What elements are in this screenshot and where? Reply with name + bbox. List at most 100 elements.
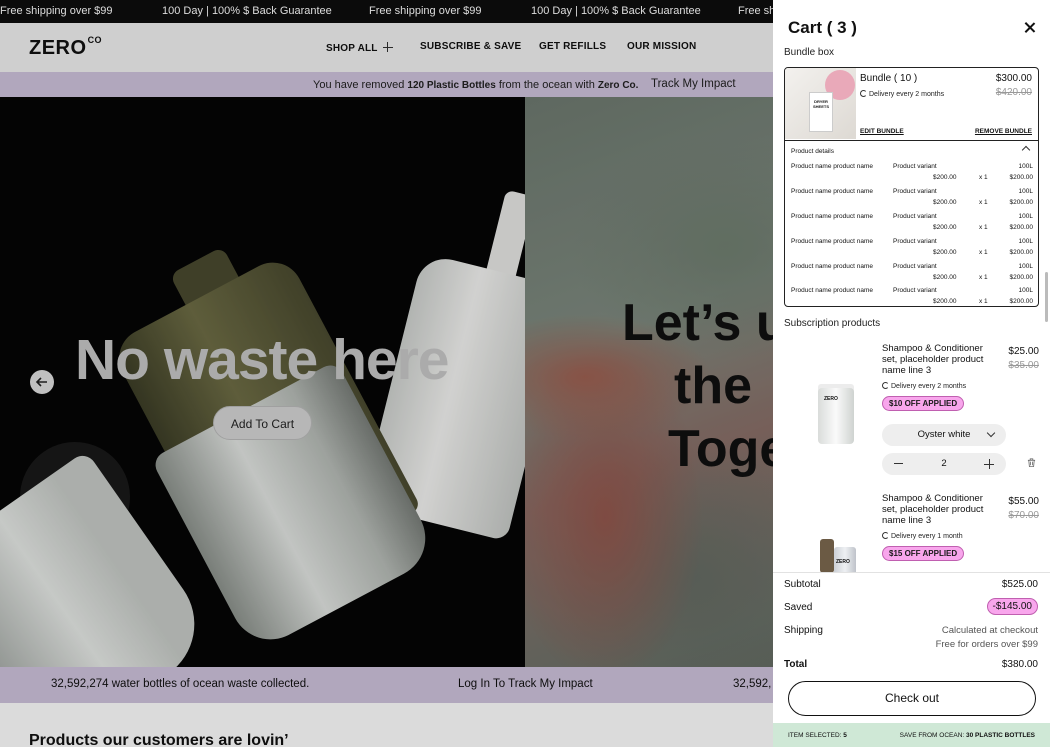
- checkout-button[interactable]: Check out: [788, 681, 1036, 716]
- detail-product-name: Product name product name: [791, 238, 874, 245]
- product-image: ZERO: [810, 533, 864, 573]
- refresh-icon: [860, 90, 867, 97]
- detail-total: $200.00: [1009, 199, 1034, 206]
- detail-total: $200.00: [1009, 224, 1034, 231]
- detail-qty: x 1: [979, 174, 988, 181]
- delivery-text: Delivery every 2 months: [869, 91, 945, 98]
- dryer-sheets-pack: DRYER SHEETS: [809, 92, 833, 132]
- delivery-frequency: Delivery every 1 month: [882, 531, 963, 540]
- detail-qty: x 1: [979, 298, 988, 305]
- bundle-detail-row: Product name product name Product varian…: [791, 213, 1033, 235]
- saved-label: Saved: [784, 602, 813, 613]
- shipping-note: Free for orders over $99: [935, 639, 1038, 650]
- save-from-ocean-label: SAVE FROM OCEAN:: [899, 732, 967, 739]
- detail-size: 100L: [1018, 188, 1033, 195]
- total-value: $380.00: [1001, 659, 1038, 670]
- refresh-icon: [882, 532, 889, 539]
- cart-backdrop-overlay[interactable]: [0, 0, 773, 747]
- detail-variant: Product variant: [893, 163, 937, 170]
- chevron-up-icon[interactable]: [1021, 145, 1031, 155]
- trash-icon[interactable]: [1027, 458, 1036, 467]
- detail-variant: Product variant: [893, 188, 937, 195]
- detail-total: $200.00: [1009, 298, 1034, 305]
- bundle-original-price: $420.00: [995, 87, 1032, 98]
- items-selected: ITEM SELECTED: 5: [788, 732, 847, 739]
- jar-brand-label: ZERO: [824, 396, 838, 402]
- detail-size: 100L: [1018, 238, 1033, 245]
- detail-price: $200.00: [933, 274, 957, 281]
- detail-qty: x 1: [979, 249, 988, 256]
- product-original-price: $35.00: [1008, 360, 1039, 371]
- delivery-frequency: Delivery every 2 months: [882, 381, 966, 390]
- detail-product-name: Product name product name: [791, 287, 874, 294]
- detail-qty: x 1: [979, 199, 988, 206]
- detail-product-name: Product name product name: [791, 163, 874, 170]
- product-name[interactable]: Shampoo & Conditioner set, placeholder p…: [882, 343, 997, 376]
- delivery-text: Delivery every 2 months: [891, 383, 967, 390]
- bundle-price: $300.00: [995, 73, 1032, 84]
- shipping-calculated: Calculated at checkout: [941, 625, 1038, 636]
- bundle-name: Bundle ( 10 ): [860, 73, 918, 84]
- variant-select[interactable]: Oyster white: [882, 424, 1006, 446]
- detail-qty: x 1: [979, 224, 988, 231]
- chevron-down-icon: [986, 428, 996, 438]
- bundle-delivery-frequency: Delivery every 2 months: [860, 89, 944, 98]
- subtotal-label: Subtotal: [784, 579, 821, 590]
- cart-scrollbar[interactable]: [1045, 272, 1048, 322]
- subscription-products-label: Subscription products: [784, 318, 881, 329]
- detail-product-name: Product name product name: [791, 263, 874, 270]
- refresh-icon: [882, 382, 889, 389]
- detail-variant: Product variant: [893, 287, 937, 294]
- total-label: Total: [784, 659, 808, 670]
- cart-drawer: Cart ( 3 ) Bundle box DRYER SHEETS Bundl…: [773, 0, 1050, 747]
- detail-total: $200.00: [1009, 174, 1034, 181]
- cart-summary: Subtotal $525.00 Saved -$145.00 Shipping…: [773, 572, 1050, 747]
- bundle-product-image: DRYER SHEETS: [785, 68, 856, 139]
- bundle-detail-row: Product name product name Product varian…: [791, 163, 1033, 185]
- save-from-ocean-value: 30 PLASTIC BOTTLES: [966, 732, 1035, 739]
- detail-price: $200.00: [933, 199, 957, 206]
- bundle-detail-row: Product name product name Product varian…: [791, 188, 1033, 210]
- detail-size: 100L: [1018, 163, 1033, 170]
- plus-icon[interactable]: [984, 459, 994, 469]
- detail-qty: x 1: [979, 274, 988, 281]
- detail-product-name: Product name product name: [791, 188, 874, 195]
- subtotal-value: $525.00: [1001, 579, 1038, 590]
- detail-price: $200.00: [933, 298, 957, 305]
- variant-value: Oyster white: [917, 429, 971, 440]
- bundle-detail-row: Product name product name Product varian…: [791, 238, 1033, 260]
- detail-size: 100L: [1018, 287, 1033, 294]
- detail-variant: Product variant: [893, 213, 937, 220]
- close-icon[interactable]: [1024, 22, 1035, 33]
- detail-variant: Product variant: [893, 263, 937, 270]
- quantity-stepper: 2: [882, 453, 1006, 475]
- bundle-detail-row: Product name product name Product varian…: [791, 263, 1033, 285]
- product-details-toggle[interactable]: Product details: [791, 148, 834, 155]
- product-original-price: $70.00: [1008, 510, 1039, 521]
- items-selected-label: ITEM SELECTED:: [788, 732, 844, 739]
- detail-variant: Product variant: [893, 238, 937, 245]
- detail-total: $200.00: [1009, 274, 1034, 281]
- cart-title: Cart ( 3 ): [788, 18, 857, 37]
- remove-bundle-link[interactable]: REMOVE BUNDLE: [975, 128, 1032, 135]
- product-name[interactable]: Shampoo & Conditioner set, placeholder p…: [882, 493, 997, 526]
- product-price: $55.00: [1008, 496, 1039, 507]
- bundle-detail-row: Product name product name Product varian…: [791, 287, 1033, 309]
- save-from-ocean: SAVE FROM OCEAN: 30 PLASTIC BOTTLES: [900, 732, 1035, 739]
- discount-badge: $10 OFF APPLIED: [882, 396, 965, 411]
- edit-bundle-link[interactable]: EDIT BUNDLE: [860, 128, 904, 135]
- shipping-label: Shipping: [784, 625, 823, 636]
- detail-price: $200.00: [933, 224, 957, 231]
- product-price: $25.00: [1008, 346, 1039, 357]
- detail-product-name: Product name product name: [791, 213, 874, 220]
- bundle-box-label: Bundle box: [784, 47, 835, 58]
- shipping-value: Calculated at checkout Free for orders ov…: [936, 625, 1038, 654]
- bottle-image: [820, 539, 834, 573]
- detail-price: $200.00: [933, 174, 957, 181]
- discount-badge: $15 OFF APPLIED: [882, 546, 965, 561]
- product-image: ZERO: [810, 384, 864, 464]
- delivery-text: Delivery every 1 month: [891, 533, 963, 540]
- detail-size: 100L: [1018, 213, 1033, 220]
- bundle-card: DRYER SHEETS Bundle ( 10 ) $300.00 $420.…: [784, 67, 1039, 307]
- saved-value: -$145.00: [986, 598, 1038, 615]
